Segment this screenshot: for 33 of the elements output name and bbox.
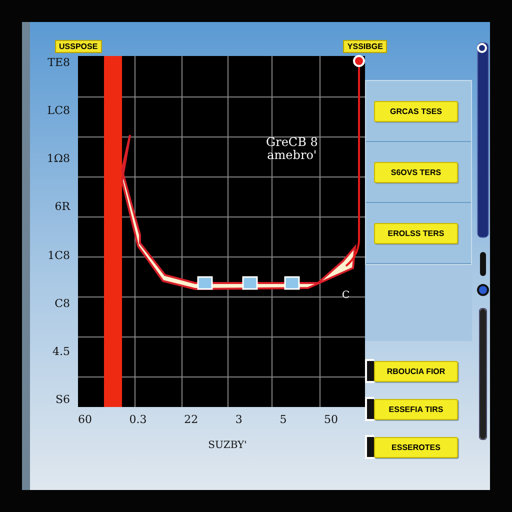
axis-tick-label: S6 (55, 392, 70, 407)
chart-label: USSPOSE (55, 40, 102, 53)
marker-label: C (342, 290, 350, 301)
axis-title: SUZBY' (208, 440, 247, 451)
clip-icon (365, 397, 374, 421)
data-marker (197, 276, 213, 290)
axis-tick-label: 5 (280, 413, 287, 426)
tag-button[interactable]: RBOUCIA FIOR (374, 360, 458, 382)
axis-tick-label: 4.5 (52, 344, 70, 359)
axis-tick-label: 6R (54, 200, 70, 214)
data-marker (284, 276, 300, 290)
annotation-text: GreCB 8 amebro' (266, 136, 318, 162)
axis-tick-label: 0.3 (129, 413, 147, 426)
slider-thumb[interactable] (477, 43, 487, 53)
tag-button[interactable]: EROLSS TERS (374, 222, 458, 244)
tag-button[interactable]: ESSEROTES (374, 436, 458, 458)
axis-tick-label: 1C8 (48, 248, 70, 263)
clip-icon (365, 359, 374, 383)
axis-tick-label: 22 (184, 413, 198, 426)
tag-button[interactable]: GRCAS TSES (374, 100, 458, 122)
axis-tick-label: 50 (324, 413, 338, 426)
tag-button[interactable]: ESSEFIA TIRS (374, 398, 458, 420)
axis-tick-label: TE8 (48, 56, 70, 70)
data-marker (242, 276, 258, 290)
chart-label: YSSIBGE (343, 40, 387, 53)
axis-tick-label: LC8 (47, 104, 70, 118)
clip-icon (365, 435, 374, 459)
axis-tick-label: 1Ω8 (46, 152, 70, 166)
cursor-line[interactable] (345, 55, 365, 267)
axis-tick-label: 3 (235, 413, 242, 426)
axis-tick-label: 60 (78, 413, 92, 426)
tag-button[interactable]: S6OVS TERS (374, 162, 458, 182)
axis-tick-label: C8 (54, 296, 70, 311)
